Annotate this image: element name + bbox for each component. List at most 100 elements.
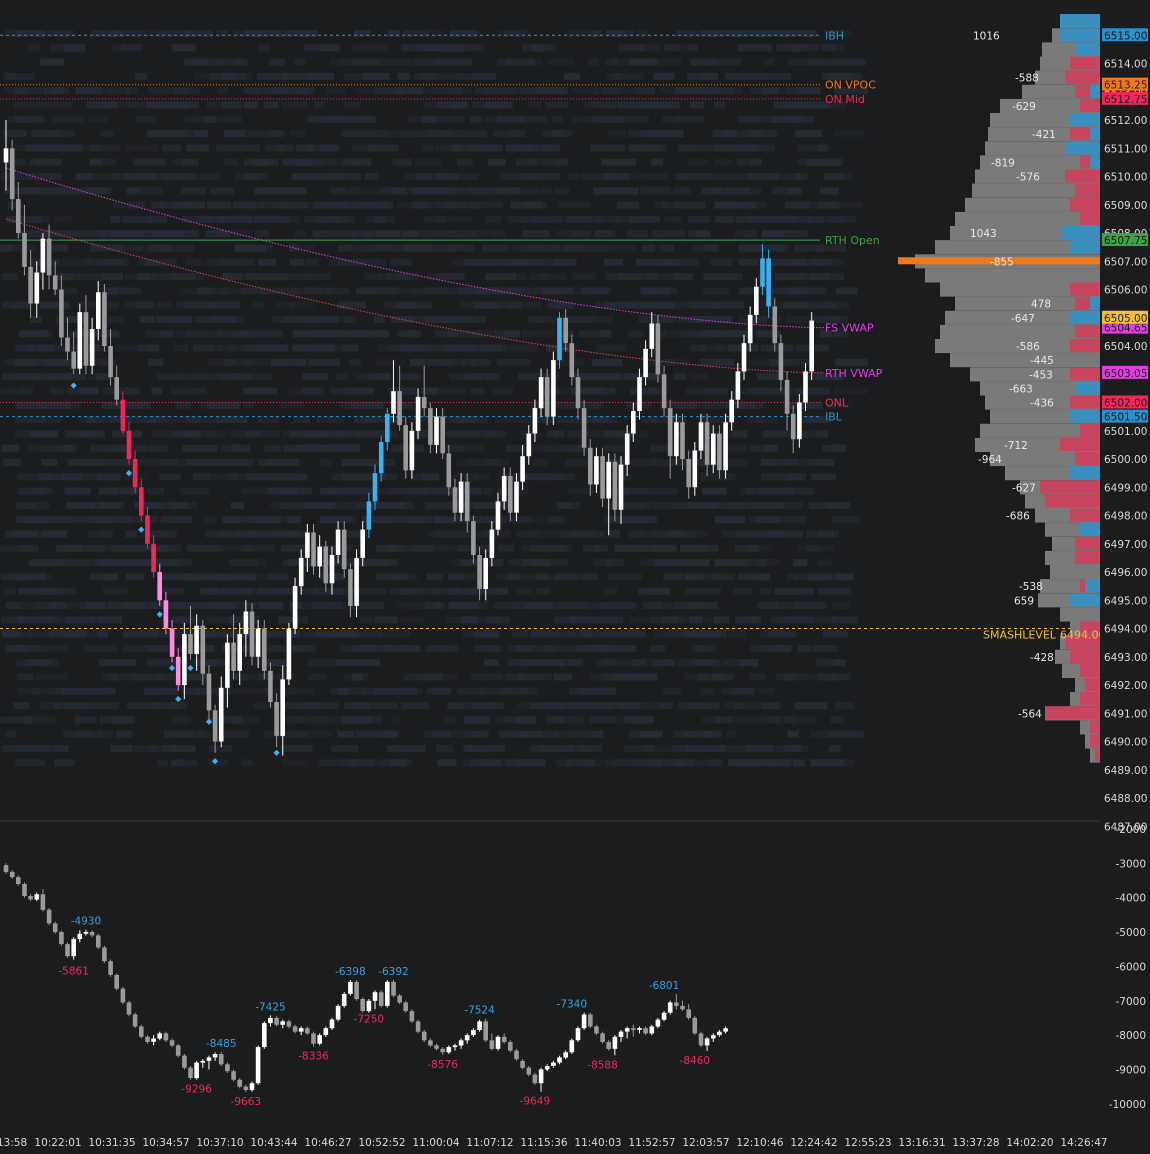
cvd-candle[interactable]	[366, 1000, 372, 1012]
cvd-candle[interactable]	[391, 981, 396, 996]
cvd-candle[interactable]	[378, 992, 384, 1006]
cvd-candle[interactable]	[440, 1048, 445, 1053]
cvd-candle[interactable]	[421, 1031, 427, 1041]
price-candle[interactable]	[237, 634, 242, 671]
cvd-candle[interactable]	[674, 1002, 679, 1006]
price-candle[interactable]	[643, 348, 648, 378]
price-candle[interactable]	[421, 396, 427, 409]
cvd-candle[interactable]	[686, 1009, 691, 1018]
cvd-candle[interactable]	[704, 1038, 710, 1046]
price-candle[interactable]	[65, 337, 70, 352]
price-candle[interactable]	[292, 586, 298, 629]
cvd-candle[interactable]	[594, 1026, 599, 1034]
cvd-candle[interactable]	[532, 1074, 538, 1084]
price-candle[interactable]	[508, 476, 513, 513]
price-candle[interactable]	[409, 430, 415, 471]
cvd-candle[interactable]	[563, 1052, 568, 1058]
price-candle[interactable]	[59, 289, 64, 338]
cvd-candle[interactable]	[65, 944, 70, 957]
price-candle[interactable]	[366, 501, 372, 530]
cvd-candle[interactable]	[255, 1047, 261, 1084]
price-candle[interactable]	[674, 422, 679, 457]
price-candle[interactable]	[458, 481, 464, 513]
cvd-candle[interactable]	[194, 1062, 199, 1079]
price-candle[interactable]	[489, 529, 495, 558]
price-candle[interactable]	[624, 433, 630, 465]
price-candle[interactable]	[323, 546, 329, 584]
price-candle[interactable]	[71, 351, 76, 369]
price-candle[interactable]	[772, 306, 778, 344]
cvd-candle[interactable]	[624, 1028, 630, 1032]
price-candle[interactable]	[471, 521, 476, 555]
cvd-candle[interactable]	[120, 988, 126, 1003]
cvd-candle[interactable]	[667, 1002, 673, 1013]
price-candle[interactable]	[329, 555, 335, 584]
price-candle[interactable]	[249, 611, 255, 657]
price-candle[interactable]	[378, 442, 384, 474]
price-candle[interactable]	[514, 481, 519, 513]
cvd-candle[interactable]	[692, 1017, 698, 1034]
cvd-candle[interactable]	[225, 1064, 230, 1072]
price-candle[interactable]	[280, 679, 285, 736]
cvd-candle[interactable]	[169, 1040, 175, 1046]
cvd-candle[interactable]	[77, 933, 83, 939]
price-candle[interactable]	[501, 476, 507, 502]
price-candle[interactable]	[96, 292, 101, 329]
price-candle[interactable]	[102, 292, 107, 346]
cvd-candle[interactable]	[508, 1042, 513, 1051]
price-candle[interactable]	[717, 433, 722, 471]
cvd-candle[interactable]	[575, 1028, 581, 1041]
cvd-candle[interactable]	[335, 1005, 341, 1020]
cvd-candle[interactable]	[200, 1060, 206, 1063]
price-candle[interactable]	[194, 625, 199, 654]
cvd-candle[interactable]	[231, 1071, 236, 1080]
cvd-candle[interactable]	[415, 1021, 421, 1032]
price-candle[interactable]	[464, 481, 470, 522]
price-candle[interactable]	[157, 572, 162, 601]
price-candle[interactable]	[581, 408, 587, 448]
cvd-candle[interactable]	[372, 992, 378, 1001]
price-candle[interactable]	[274, 702, 279, 736]
price-candle[interactable]	[3, 148, 9, 163]
cvd-candle[interactable]	[298, 1028, 304, 1032]
cvd-candle[interactable]	[274, 1017, 279, 1025]
price-candle[interactable]	[655, 323, 661, 375]
price-candle[interactable]	[145, 515, 150, 544]
price-candle[interactable]	[551, 360, 556, 417]
cvd-candle[interactable]	[520, 1060, 525, 1068]
price-candle[interactable]	[600, 456, 605, 499]
price-candle[interactable]	[588, 447, 593, 485]
cvd-candle[interactable]	[188, 1067, 193, 1078]
cvd-candle[interactable]	[637, 1028, 642, 1030]
cvd-candle[interactable]	[495, 1036, 501, 1049]
price-candle[interactable]	[735, 371, 741, 400]
cvd-candle[interactable]	[182, 1055, 187, 1068]
price-candle[interactable]	[348, 569, 353, 606]
price-candle[interactable]	[803, 371, 808, 403]
cvd-candle[interactable]	[3, 865, 9, 872]
cvd-candle[interactable]	[96, 935, 101, 948]
price-candle[interactable]	[28, 266, 33, 304]
price-candle[interactable]	[452, 487, 458, 513]
cvd-candle[interactable]	[606, 1042, 611, 1049]
cvd-candle[interactable]	[446, 1047, 452, 1053]
cvd-candle[interactable]	[458, 1040, 464, 1046]
price-candle[interactable]	[298, 557, 304, 587]
price-candle[interactable]	[760, 258, 765, 287]
price-candle[interactable]	[557, 317, 562, 361]
cvd-candle[interactable]	[139, 1026, 144, 1037]
cvd-candle[interactable]	[501, 1036, 507, 1042]
cvd-candle[interactable]	[631, 1028, 636, 1030]
price-candle[interactable]	[311, 532, 316, 567]
cvd-candle[interactable]	[286, 1021, 292, 1027]
price-candle[interactable]	[544, 377, 550, 417]
price-candle[interactable]	[175, 656, 181, 686]
cvd-candle[interactable]	[544, 1066, 550, 1070]
price-candle[interactable]	[22, 233, 27, 267]
cvd-candle[interactable]	[132, 1014, 138, 1027]
cvd-candle[interactable]	[108, 961, 113, 975]
price-candle[interactable]	[120, 399, 126, 431]
price-candle[interactable]	[360, 529, 365, 558]
price-candle[interactable]	[372, 473, 378, 502]
cvd-candle[interactable]	[538, 1069, 544, 1084]
